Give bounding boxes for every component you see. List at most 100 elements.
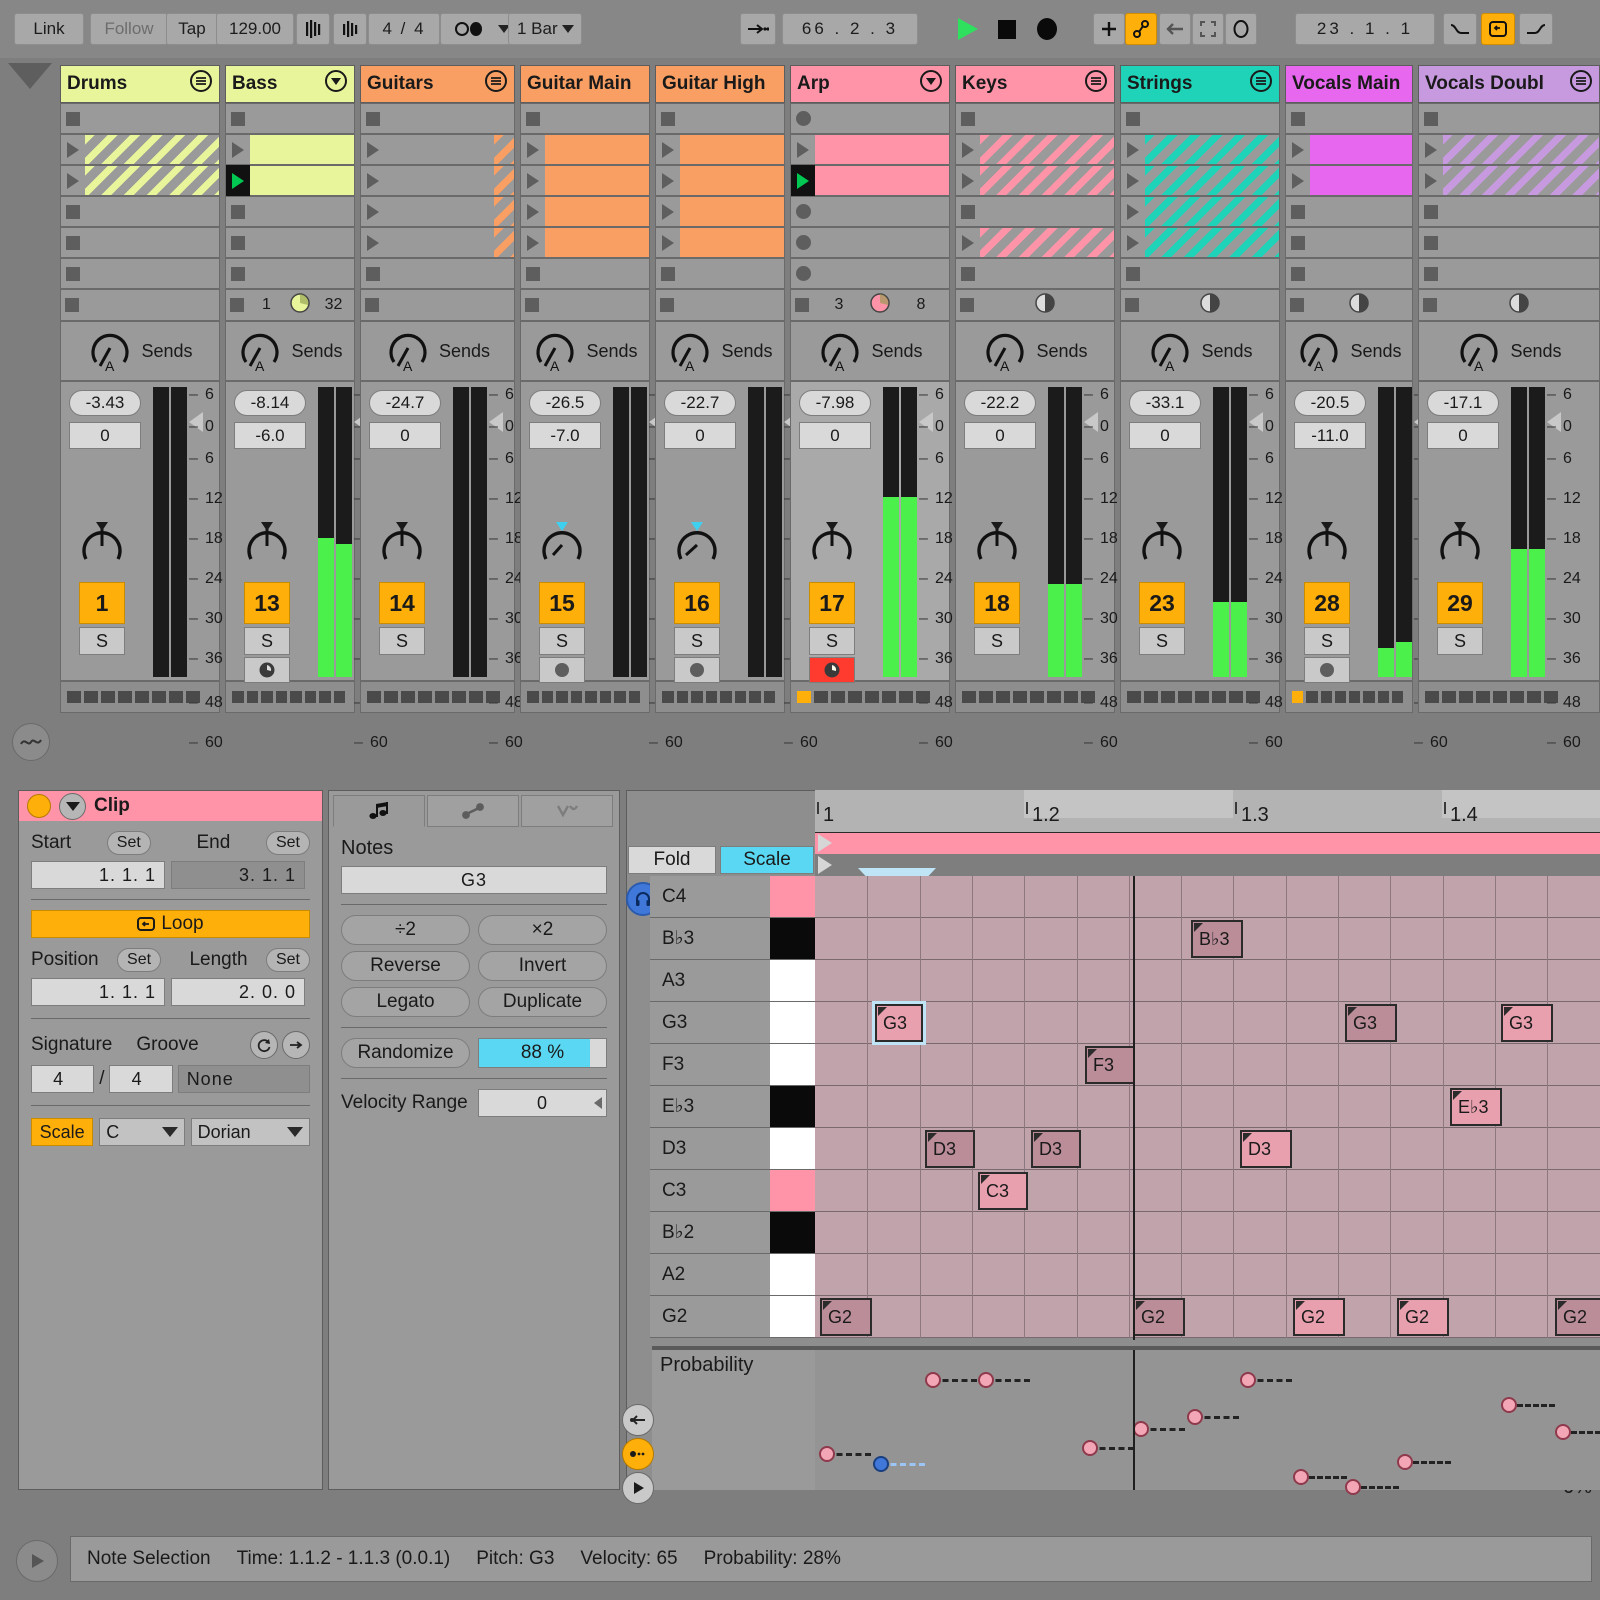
solo-button[interactable]: S [974,627,1020,655]
volume-display[interactable]: -22.2 [964,390,1036,416]
clip-body[interactable] [1145,104,1279,133]
pan-knob[interactable] [1435,520,1485,570]
clip-launch-button[interactable] [361,258,385,289]
device-slot[interactable] [691,691,703,703]
device-slot[interactable] [1013,691,1027,703]
clip-launch-button[interactable] [361,165,385,196]
groove-commit-icon[interactable] [282,1031,310,1059]
fold-button[interactable]: Fold [628,846,716,874]
piano-key-C3[interactable] [770,1170,815,1212]
clip-slot[interactable] [1120,258,1280,289]
solo-button[interactable]: S [1139,627,1185,655]
clip-slot[interactable] [790,258,950,289]
clip-body[interactable] [815,228,949,257]
track-stop-row[interactable] [520,289,650,321]
send-knob[interactable]: A [1456,326,1502,376]
device-slot[interactable] [676,691,688,703]
clip-slot[interactable] [655,134,785,165]
device-slot[interactable] [101,691,115,703]
track-header-guitar-high[interactable]: Guitar High [655,65,785,103]
draw-mode-icon[interactable] [1093,13,1125,45]
clip-launch-button[interactable] [1419,196,1443,227]
track-header-vocals-doubl[interactable]: Vocals Doubl [1418,65,1600,103]
clip-body[interactable] [250,228,354,257]
clip-slot[interactable] [955,196,1115,227]
probability-point[interactable] [873,1456,889,1473]
device-slot[interactable] [469,691,483,703]
device-slot[interactable] [763,691,775,703]
loop-start-marker-icon[interactable] [818,834,832,852]
clip-end-field[interactable]: 3. 1. 1 [171,861,305,889]
clip-body[interactable] [545,135,649,164]
clip-body[interactable] [980,104,1114,133]
device-slot[interactable] [84,691,98,703]
clip-launch-button[interactable] [1286,134,1310,165]
start-set-button[interactable]: Set [106,831,151,855]
velocity-range-field[interactable]: 0 [477,1089,607,1117]
signature-numerator-field[interactable]: 4 [31,1065,95,1093]
clip-body[interactable] [85,197,219,226]
clip-body[interactable] [815,135,949,164]
clip-slot[interactable] [1418,196,1600,227]
track-number-button[interactable]: 14 [379,582,425,624]
send-knob[interactable]: A [532,326,578,376]
length-set-button[interactable]: Set [266,948,310,972]
device-slot[interactable] [734,691,746,703]
device-slot[interactable] [1442,691,1456,703]
device-slot[interactable] [962,691,976,703]
scale-highlight-button[interactable]: Scale [720,846,814,874]
solo-button[interactable]: S [809,627,855,655]
device-slot[interactable] [541,691,553,703]
track-number-button[interactable]: 29 [1437,582,1483,624]
midi-note[interactable]: C3 [978,1172,1028,1210]
probability-point[interactable] [978,1371,994,1388]
clip-launch-button[interactable] [61,103,85,134]
track-header-guitars[interactable]: Guitars [360,65,515,103]
device-slot[interactable] [599,691,611,703]
clip-body[interactable] [1145,135,1279,164]
clip-body[interactable] [1310,104,1412,133]
clip-body[interactable] [680,166,784,195]
clip-body[interactable] [385,135,514,164]
clip-slot[interactable] [1120,227,1280,258]
clip-launch-button[interactable] [956,103,980,134]
clip-body[interactable] [815,197,949,226]
clip-slot[interactable] [1285,258,1413,289]
device-slot[interactable] [1161,691,1175,703]
device-slot[interactable] [628,691,640,703]
list-icon[interactable] [484,69,508,99]
arm-button[interactable] [809,657,855,683]
volume-display[interactable]: -26.5 [529,390,601,416]
clip-launch-button[interactable] [1121,227,1145,258]
clip-body[interactable] [1310,135,1412,164]
solo-button[interactable]: S [79,627,125,655]
clip-body[interactable] [680,135,784,164]
expression-tab[interactable] [521,795,613,827]
clip-slot[interactable] [60,165,220,196]
clip-body[interactable] [680,228,784,257]
track-stop-row[interactable]: 38 [790,289,950,321]
clip-slot[interactable] [790,227,950,258]
clip-launch-button[interactable] [656,103,680,134]
clip-body[interactable] [250,104,354,133]
scale-root-dropdown[interactable]: C [99,1118,185,1146]
sends-row[interactable]: A Sends [1285,321,1413,381]
chevron-down-icon[interactable] [919,69,943,99]
clip-body[interactable] [1443,104,1599,133]
clip-collapse-icon[interactable] [59,792,86,820]
clip-slot[interactable] [360,258,515,289]
probability-point[interactable] [1133,1421,1149,1438]
probability-point[interactable] [1555,1423,1571,1440]
pan-display[interactable]: 0 [964,422,1036,449]
track-header-guitar-main[interactable]: Guitar Main [520,65,650,103]
clip-slot[interactable] [360,165,515,196]
track-header-vocals-main[interactable]: Vocals Main [1285,65,1413,103]
device-slot[interactable] [705,691,717,703]
volume-display[interactable]: -24.7 [369,390,441,416]
solo-button[interactable]: S [674,627,720,655]
track-number-button[interactable]: 13 [244,582,290,624]
device-slot[interactable] [556,691,568,703]
scale-mode-dropdown[interactable]: Dorian [190,1118,310,1146]
midi-note[interactable]: G3 [872,1001,926,1045]
arm-button[interactable] [244,657,290,683]
